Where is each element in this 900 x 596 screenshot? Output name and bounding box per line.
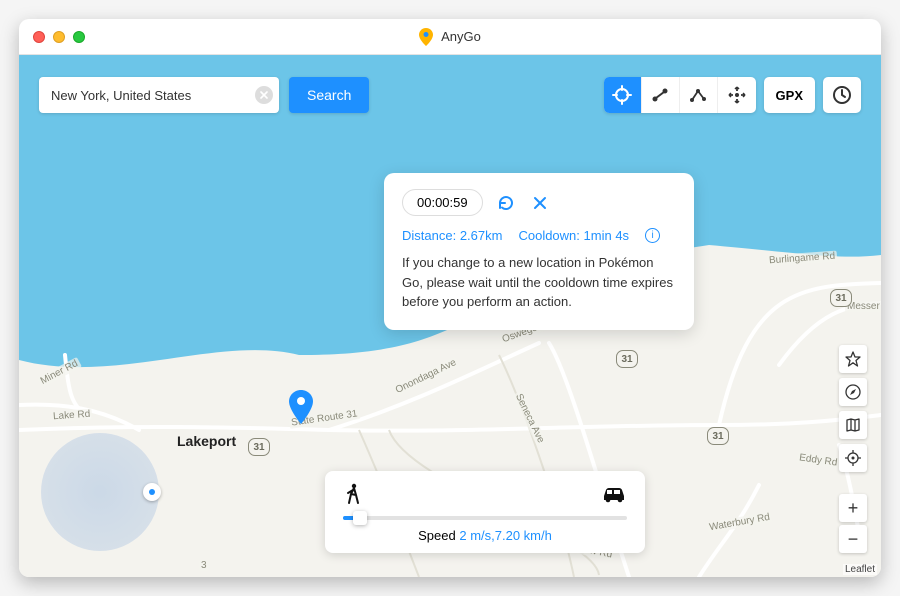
search-button[interactable]: Search [289,77,369,113]
zoom-stack: + − [839,494,867,553]
close-popup-button[interactable] [529,192,551,214]
star-icon [845,351,861,367]
route-line-icon [650,85,670,105]
map-layers-button[interactable] [839,411,867,439]
speed-panel: Speed 2 m/s,7.20 km/h [325,471,645,553]
window-title: AnyGo [19,28,881,46]
close-window-button[interactable] [33,31,45,43]
favorites-button[interactable] [839,345,867,373]
refresh-cooldown-button[interactable] [495,192,517,214]
search-input[interactable] [51,88,255,103]
crosshair-icon [612,85,632,105]
history-button[interactable] [823,77,861,113]
mode-controls: GPX [604,77,861,113]
gpx-button[interactable]: GPX [764,77,815,113]
car-icon [601,485,627,508]
zoom-out-button[interactable]: − [839,525,867,553]
cooldown-stat: Cooldown: 1min 4s [518,228,629,243]
speed-slider[interactable] [343,516,627,520]
app-title-text: AnyGo [441,29,481,44]
app-window: AnyGo [19,19,881,577]
side-tool-stack [839,345,867,472]
top-controls: Search [39,77,861,113]
close-icon [532,195,548,211]
move-arrows-icon [727,85,747,105]
location-pin-icon[interactable] [289,390,313,429]
refresh-icon [497,194,515,212]
app-logo-icon [419,28,433,46]
joystick[interactable] [41,433,159,551]
locate-icon [845,450,861,466]
clear-search-button[interactable] [255,86,273,104]
joystick-handle[interactable] [143,483,161,501]
popup-stats: Distance: 2.67km Cooldown: 1min 4s i [402,228,676,243]
compass-icon [845,384,861,400]
minimize-window-button[interactable] [53,31,65,43]
popup-body-text: If you change to a new location in Pokém… [402,253,676,312]
waypoints-icon [688,85,708,105]
map-attribution: Leaflet [843,564,877,575]
cooldown-timer: 00:00:59 [402,189,483,216]
traffic-lights [19,31,85,43]
jump-mode-button[interactable] [718,77,756,113]
clock-icon [832,85,852,105]
joystick-pad[interactable] [41,433,159,551]
popup-header: 00:00:59 [402,189,676,216]
walk-icon [343,483,363,510]
mode-group [604,77,756,113]
two-spot-mode-button[interactable] [642,77,680,113]
multi-spot-mode-button[interactable] [680,77,718,113]
search-box [39,77,279,113]
distance-stat: Distance: 2.67km [402,228,502,243]
search-wrap: Search [39,77,369,113]
cooldown-popup: 00:00:59 Distance: 2.67km [384,173,694,330]
maximize-window-button[interactable] [73,31,85,43]
map-icon [845,417,861,433]
locate-me-button[interactable] [839,444,867,472]
speed-slider-thumb[interactable] [353,511,367,525]
info-button[interactable]: i [645,228,660,243]
titlebar: AnyGo [19,19,881,55]
speed-readout: Speed 2 m/s,7.20 km/h [343,528,627,543]
map-canvas[interactable]: Lake Rd State Route 31 Miner Rd Burlinga… [19,55,881,577]
city-label: Lakeport [177,433,236,449]
zoom-in-button[interactable]: + [839,494,867,522]
teleport-mode-button[interactable] [604,77,642,113]
compass-button[interactable] [839,378,867,406]
